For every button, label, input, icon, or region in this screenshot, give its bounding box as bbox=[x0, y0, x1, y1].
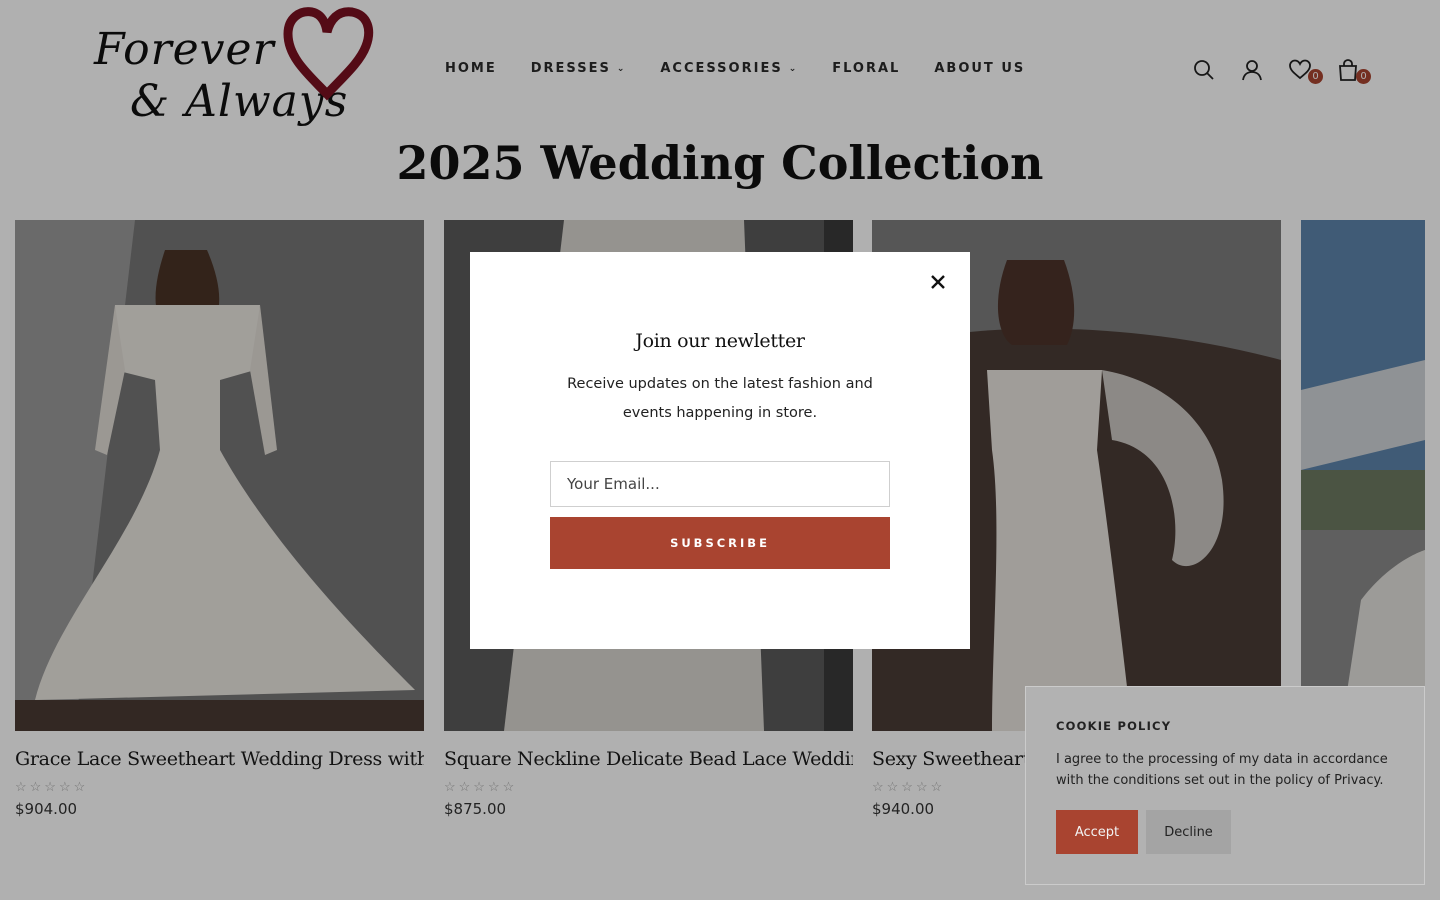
newsletter-modal: Join our newletter Receive updates on th… bbox=[470, 252, 970, 649]
subscribe-button[interactable]: SUBSCRIBE bbox=[550, 517, 890, 569]
newsletter-title: Join our newletter bbox=[635, 330, 805, 352]
decline-button[interactable]: Decline bbox=[1146, 810, 1231, 854]
close-button[interactable] bbox=[926, 270, 950, 294]
cookie-title: COOKIE POLICY bbox=[1056, 719, 1172, 733]
close-icon bbox=[931, 275, 945, 289]
newsletter-description: Receive updates on the latest fashion an… bbox=[567, 376, 873, 421]
accept-button[interactable]: Accept bbox=[1056, 810, 1138, 854]
cookie-text: I agree to the processing of my data in … bbox=[1056, 752, 1388, 788]
email-field[interactable] bbox=[550, 461, 890, 507]
cookie-banner: COOKIE POLICY I agree to the processing … bbox=[1025, 686, 1425, 885]
